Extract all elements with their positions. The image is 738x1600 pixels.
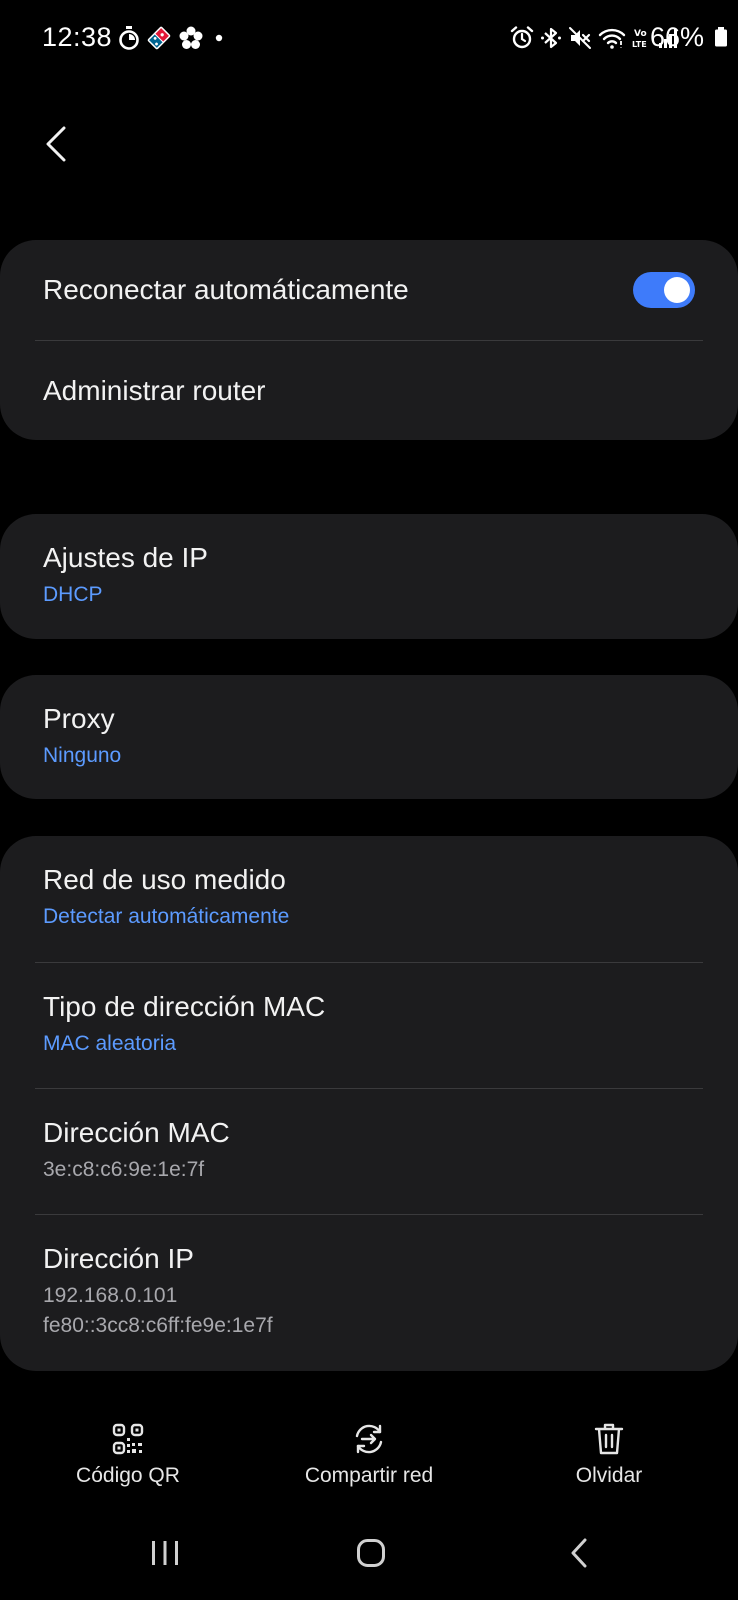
proxy-row[interactable]: Proxy Ninguno	[0, 675, 738, 770]
manage-router-row[interactable]: Administrar router	[0, 341, 738, 440]
manage-router-label: Administrar router	[43, 374, 266, 406]
ip-address-row: Dirección IP 192.168.0.101 fe80::3cc8:c6…	[0, 1215, 738, 1340]
svg-text:LTE: LTE	[632, 40, 647, 49]
timer-icon	[118, 26, 140, 50]
mac-address-title: Dirección MAC	[43, 1117, 230, 1148]
share-network-icon	[352, 1422, 386, 1456]
dot-icon	[210, 32, 228, 44]
mac-type-title: Tipo de dirección MAC	[43, 991, 326, 1022]
network-details-card: Red de uso medido Detectar automáticamen…	[0, 836, 738, 1371]
qr-code-button[interactable]: Código QR	[48, 1422, 208, 1492]
auto-reconnect-toggle[interactable]	[633, 272, 695, 308]
proxy-value: Ninguno	[43, 744, 122, 767]
wifi-icon	[598, 26, 626, 50]
proxy-card[interactable]: Proxy Ninguno	[0, 675, 738, 799]
home-icon	[356, 1538, 386, 1573]
auto-reconnect-label: Reconectar automáticamente	[43, 274, 409, 305]
ip-address-title: Dirección IP	[43, 1243, 194, 1274]
ip-settings-row[interactable]: Ajustes de IP DHCP	[0, 514, 738, 609]
mac-type-row[interactable]: Tipo de dirección MAC MAC aleatoria	[0, 963, 738, 1088]
ipv6-address-value: fe80::3cc8:c6ff:fe9e:1e7f	[43, 1314, 273, 1337]
back-button[interactable]	[32, 116, 80, 176]
battery-percent: 66%	[649, 22, 704, 52]
bluetooth-icon	[540, 26, 562, 50]
nav-back-button[interactable]	[549, 1535, 609, 1575]
mac-address-value: 3e:c8:c6:9e:1e:7f	[43, 1158, 205, 1181]
mute-icon	[568, 26, 592, 50]
share-network-button[interactable]: Compartir red	[289, 1422, 449, 1492]
recent-apps-button[interactable]	[135, 1535, 195, 1575]
home-button[interactable]	[341, 1535, 401, 1575]
back-icon	[569, 1538, 589, 1573]
chevron-left-icon	[44, 125, 68, 168]
mac-type-value: MAC aleatoria	[43, 1032, 177, 1055]
alarm-icon	[510, 26, 534, 50]
qr-code-label: Código QR	[76, 1464, 180, 1487]
ip-settings-card[interactable]: Ajustes de IP DHCP	[0, 514, 738, 639]
ip-settings-value: DHCP	[43, 583, 103, 606]
auto-reconnect-row[interactable]: Reconectar automáticamente	[0, 240, 738, 340]
forget-network-label: Olvidar	[575, 1464, 643, 1487]
proxy-title: Proxy	[43, 703, 115, 734]
battery-icon	[714, 27, 728, 47]
ipv4-address-value: 192.168.0.101	[43, 1284, 178, 1307]
flower-app-icon	[178, 25, 204, 51]
forget-network-button[interactable]: Olvidar	[529, 1422, 689, 1492]
status-left-icons	[118, 22, 228, 54]
qr-code-icon	[112, 1422, 144, 1456]
metered-network-row[interactable]: Red de uso medido Detectar automáticamen…	[0, 836, 738, 962]
metered-network-title: Red de uso medido	[43, 864, 286, 895]
toggle-knob	[664, 277, 690, 303]
status-time: 12:38	[42, 22, 113, 52]
trash-icon	[594, 1422, 624, 1456]
svg-text:Vo: Vo	[634, 29, 647, 39]
share-network-label: Compartir red	[304, 1464, 434, 1487]
recent-apps-icon	[149, 1539, 181, 1572]
metered-network-value: Detectar automáticamente	[43, 905, 290, 928]
dominos-app-icon	[146, 25, 172, 51]
status-bar: 12:38 Vo LTE 66%	[0, 0, 738, 78]
ip-settings-title: Ajustes de IP	[43, 542, 208, 573]
general-settings-card: Reconectar automáticamente Administrar r…	[0, 240, 738, 440]
mac-address-row: Dirección MAC 3e:c8:c6:9e:1e:7f	[0, 1089, 738, 1214]
